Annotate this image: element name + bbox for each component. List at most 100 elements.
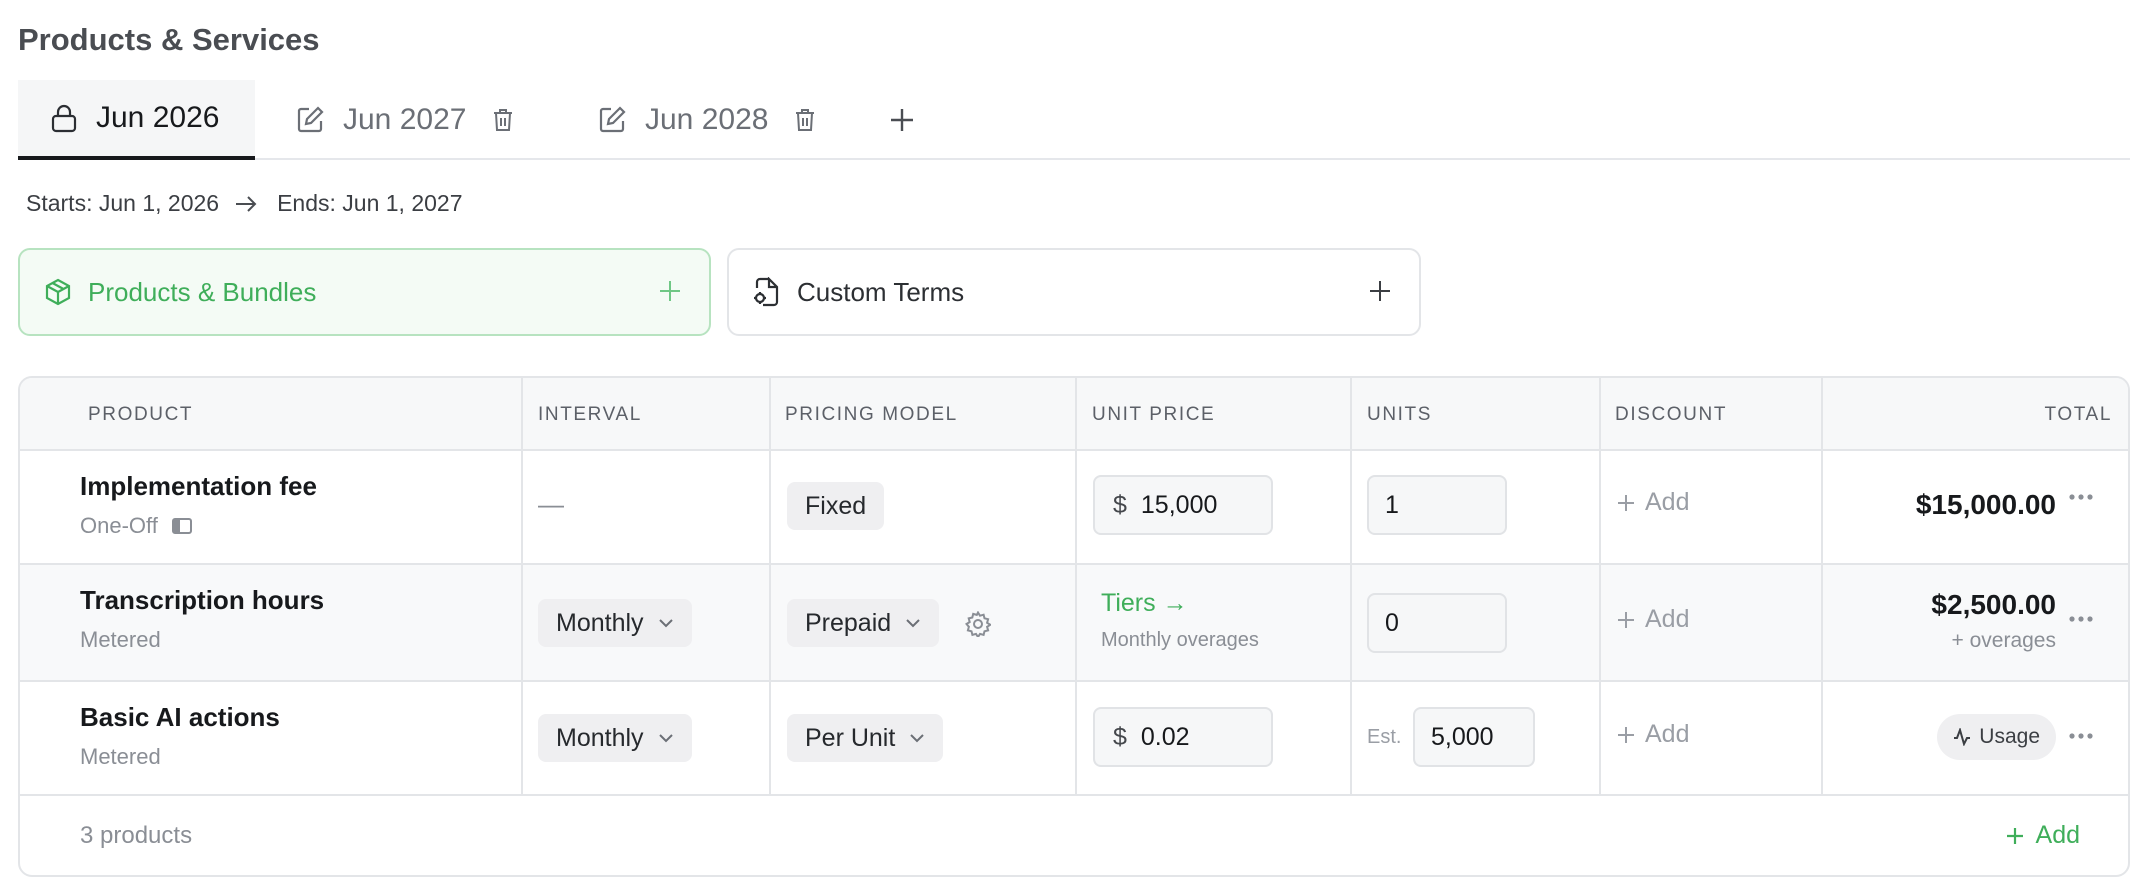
unit-price-field[interactable]: $ 0.02 <box>1093 707 1273 767</box>
usage-pill: Usage <box>1937 714 2056 760</box>
product-type: Metered <box>80 744 161 769</box>
edit-icon <box>597 105 627 135</box>
plus-icon <box>2006 827 2024 845</box>
interval-value: Monthly <box>556 608 644 637</box>
tab-label: Jun 2027 <box>343 103 467 136</box>
usage-label: Usage <box>1979 725 2040 748</box>
interval-dropdown[interactable]: Monthly <box>538 599 692 647</box>
interval-select[interactable]: Monthly <box>538 714 692 762</box>
unit-price-value: 0.02 <box>1140 722 1190 751</box>
table-header: PRODUCT INTERVAL PRICING MODEL UNIT PRIC… <box>20 378 2128 451</box>
product-name: Implementation fee <box>80 471 317 501</box>
product-name: Transcription hours <box>80 585 325 615</box>
row-total-note: + overages <box>1951 629 2057 652</box>
trash-icon[interactable] <box>794 108 816 132</box>
column-divider <box>769 378 771 796</box>
unit-price-field[interactable]: $ 15,000 <box>1093 475 1273 535</box>
plus-icon <box>1617 611 1635 629</box>
trash-icon[interactable] <box>492 108 514 132</box>
products-table: PRODUCT INTERVAL PRICING MODEL UNIT PRIC… <box>18 376 2130 877</box>
start-date: Starts: Jun 1, 2026 <box>26 190 220 216</box>
pricing-model-value: Prepaid <box>805 608 892 637</box>
product-type-label: One-Off <box>80 513 158 538</box>
units-input[interactable]: 1 <box>1367 475 1507 535</box>
interval-dropdown[interactable]: Monthly <box>538 714 692 762</box>
more-options-icon[interactable] <box>2068 615 2094 623</box>
file-settings-icon <box>753 277 781 307</box>
interval-select[interactable]: Monthly <box>538 599 692 647</box>
plus-icon <box>1617 494 1635 512</box>
pricing-model-dropdown[interactable]: Per Unit <box>787 714 944 762</box>
column-divider <box>521 378 523 796</box>
activity-icon <box>1953 728 1971 746</box>
chevron-down-icon <box>909 733 925 743</box>
tiers-subtitle: Monthly overages <box>1101 629 1259 651</box>
products-bundles-card[interactable]: Products & Bundles <box>18 248 711 336</box>
gear-icon[interactable] <box>965 611 991 637</box>
tab-jun-2026[interactable]: Jun 2026 <box>18 80 255 160</box>
pricing-model-dropdown[interactable]: Prepaid <box>787 599 940 647</box>
add-period-button[interactable] <box>886 104 918 136</box>
chevron-down-icon <box>905 618 921 628</box>
period-tabs: Jun 2026 Jun 2027 Jun 2028 <box>18 80 2130 160</box>
column-divider <box>1599 378 1601 796</box>
sidebar-panel-icon[interactable] <box>171 517 192 535</box>
interval-value: — <box>538 489 564 519</box>
tab-jun-2028[interactable]: Jun 2028 <box>597 80 834 160</box>
plus-icon[interactable] <box>657 278 683 304</box>
units-input[interactable]: 5,000 <box>1413 707 1535 767</box>
unit-price-input[interactable]: $ 15,000 <box>1093 475 1273 535</box>
pricing-model-select[interactable]: Prepaid <box>787 599 940 647</box>
column-divider <box>1075 378 1077 796</box>
product-type: Metered <box>80 627 161 652</box>
tab-label: Jun 2028 <box>645 103 769 136</box>
custom-terms-card[interactable]: Custom Terms <box>727 248 1421 336</box>
header-interval: INTERVAL <box>538 403 642 425</box>
tiers-link[interactable]: Tiers → <box>1101 589 1188 618</box>
pricing-model: Fixed <box>787 482 885 530</box>
add-discount-button[interactable]: Add <box>1617 605 1689 634</box>
product-type: One-Off <box>80 513 192 539</box>
units-field[interactable]: 1 <box>1367 475 1507 535</box>
header-discount: DISCOUNT <box>1615 403 1728 425</box>
product-name: Basic AI actions <box>80 702 280 732</box>
currency-symbol: $ <box>1113 722 1127 751</box>
add-discount-label: Add <box>1645 488 1690 516</box>
arrow-right-icon <box>235 195 257 213</box>
units-field[interactable]: 5,000 <box>1413 707 1535 767</box>
add-discount-button[interactable]: Add <box>1617 488 1689 517</box>
add-discount-button[interactable]: Add <box>1617 720 1689 749</box>
unit-price-input[interactable]: $ 0.02 <box>1093 707 1273 767</box>
units-estimate-label: Est. <box>1367 726 1402 748</box>
add-product-button[interactable]: Add <box>2006 821 2080 850</box>
lock-icon <box>50 103 78 133</box>
header-total: TOTAL <box>2044 403 2112 425</box>
plus-icon[interactable] <box>1367 278 1393 304</box>
tab-jun-2027[interactable]: Jun 2027 <box>295 80 532 160</box>
header-units: UNITS <box>1367 403 1432 425</box>
edit-icon <box>295 105 325 135</box>
units-input[interactable]: 0 <box>1367 593 1507 653</box>
more-options-icon[interactable] <box>2068 493 2094 501</box>
header-product: PRODUCT <box>88 403 194 425</box>
product-count: 3 products <box>80 822 193 849</box>
column-divider <box>1821 378 1823 796</box>
units-field[interactable]: 0 <box>1367 593 1507 653</box>
table-row: Implementation fee One-Off — Fixed $ 15,… <box>20 451 2128 565</box>
products-bundles-label: Products & Bundles <box>88 276 317 307</box>
header-pricing-model: PRICING MODEL <box>785 403 958 425</box>
header-unit-price: UNIT PRICE <box>1092 403 1216 425</box>
pricing-model-badge: Fixed <box>787 482 885 530</box>
column-divider <box>1350 378 1352 796</box>
more-options-icon[interactable] <box>2068 732 2094 740</box>
row-total: $15,000.00 <box>1915 489 2056 520</box>
add-product-label: Add <box>2035 821 2080 849</box>
custom-terms-label: Custom Terms <box>797 276 965 307</box>
tab-label: Jun 2026 <box>96 101 220 134</box>
add-discount-label: Add <box>1645 605 1690 633</box>
plus-icon <box>1617 726 1635 744</box>
pricing-model-value: Per Unit <box>805 723 896 752</box>
pricing-model-select[interactable]: Per Unit <box>787 714 944 762</box>
end-date: Ends: Jun 1, 2027 <box>277 190 463 216</box>
add-discount-label: Add <box>1645 720 1690 748</box>
